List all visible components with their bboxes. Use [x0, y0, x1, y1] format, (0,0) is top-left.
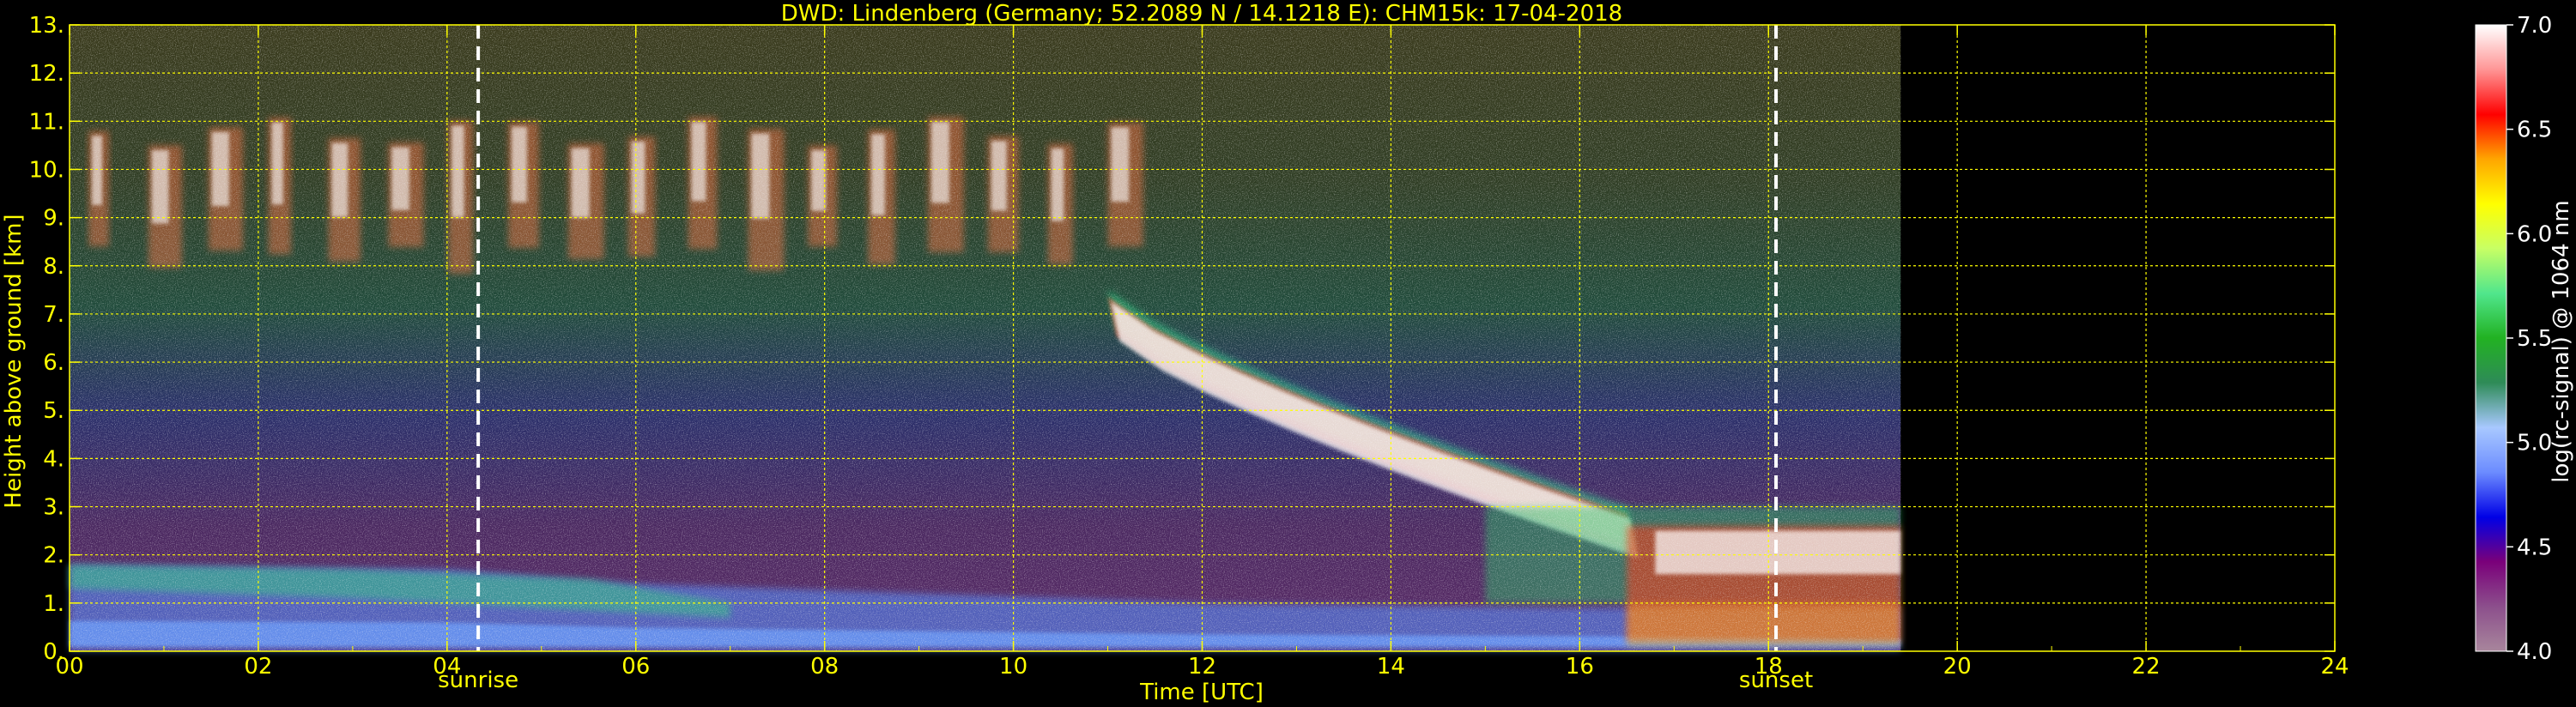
y-tick-label: 13. [29, 13, 64, 39]
lidar-chart: sunrise sunset 00 02 04 06 08 10 12 14 16 18 20 22 24… [1, 1, 2574, 705]
colorbar-tick-label: 5.5 [2517, 326, 2552, 352]
y-tick-label: 1. [43, 591, 64, 617]
y-tick-label: 9. [43, 206, 64, 232]
y-tick-label: 12. [29, 61, 64, 87]
x-tick-label: 24 [2320, 654, 2349, 680]
y-axis-label: Height above ground [km] [1, 214, 27, 508]
x-tick-label: 06 [621, 654, 650, 680]
y-tick-label: 10. [29, 157, 64, 183]
y-tick-label: 6. [43, 350, 64, 376]
colorbar-label: log(rc-signal) @ 1064 nm [2549, 200, 2574, 482]
y-tick-label: 2. [43, 543, 64, 569]
colorbar-tick-label: 6.5 [2517, 118, 2552, 143]
colorbar-tick-label: 4.0 [2517, 639, 2552, 665]
x-tick-label: 12 [1188, 654, 1216, 680]
x-tick-label: 02 [244, 654, 272, 680]
y-tick-label: 8. [43, 254, 64, 280]
colorbar-tick-label: 6.0 [2517, 221, 2552, 247]
x-tick-label: 08 [810, 654, 839, 680]
y-tick-label: 4. [43, 446, 64, 472]
y-tick-label: 3. [43, 495, 64, 521]
signal-noise [70, 25, 1901, 651]
y-tick-label: 11. [29, 109, 64, 135]
y-tick-label: 0. [43, 639, 64, 665]
colorbar-rect [2475, 24, 2507, 652]
x-tick-label: 18 [1755, 654, 1783, 680]
y-tick-label: 5. [43, 398, 64, 424]
y-tick-label: 7. [43, 302, 64, 328]
x-tick-label: 22 [2132, 654, 2161, 680]
x-tick-label: 14 [1377, 654, 1405, 680]
colorbar-tick-label: 7.0 [2517, 13, 2552, 39]
colorbar-tick-label: 4.5 [2517, 535, 2552, 560]
x-tick-label: 04 [433, 654, 461, 680]
chart-title: DWD: Lindenberg (Germany; 52.2089 N / 14… [781, 1, 1622, 27]
colorbar-tick-label: 5.0 [2517, 431, 2552, 456]
x-tick-label: 16 [1566, 654, 1594, 680]
colorbar: 4.0 4.5 5.0 5.5 6.0 6.5 7.0 [2475, 13, 2552, 665]
x-tick-label: 20 [1943, 654, 1972, 680]
x-tick-label: 10 [999, 654, 1027, 680]
x-axis-label: Time [UTC] [1139, 680, 1264, 705]
